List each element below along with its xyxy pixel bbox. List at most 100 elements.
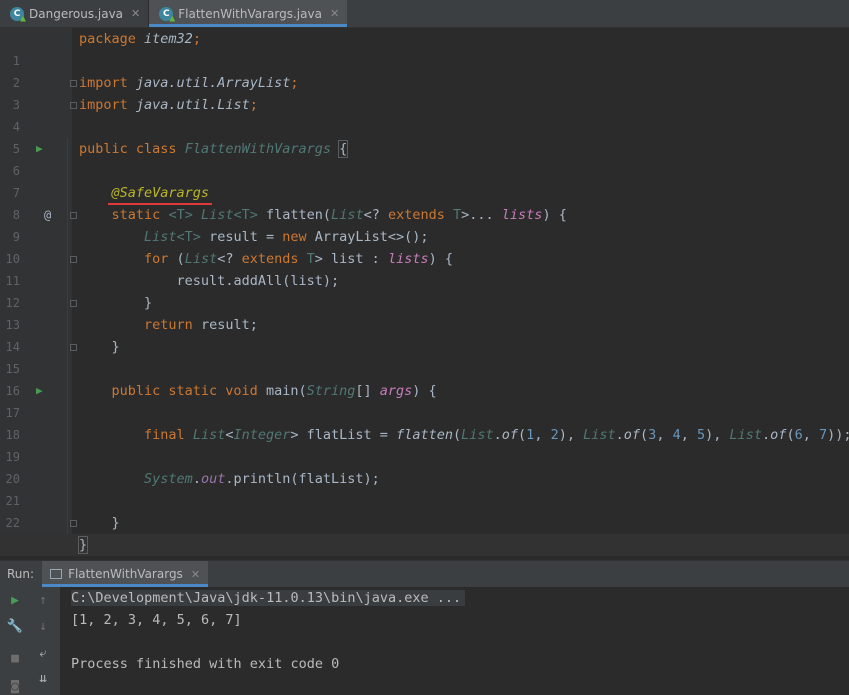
code-editor[interactable]: 1 package item32; 2 3 import java.util.A…	[0, 28, 849, 574]
import-path: java.util.List	[135, 97, 250, 113]
code-line[interactable]: 16	[0, 358, 849, 398]
code-line[interactable]: 21 System.out.println(flatList);	[0, 468, 849, 508]
code-text: (list);	[282, 273, 340, 289]
fold-marker[interactable]	[70, 80, 77, 87]
run-console[interactable]: ▶ ↑ 🔧 ↓ ■ ⤶ ◙ ⇊ C:\Development\Java\jdk-…	[0, 587, 849, 695]
up-arrow-icon[interactable]: ↑	[34, 591, 52, 609]
code-line[interactable]: 23 }	[0, 512, 849, 552]
keyword: extends	[233, 251, 307, 267]
code-line[interactable]: 2	[0, 50, 849, 90]
code-line[interactable]: 1 package item32;	[0, 28, 849, 68]
method-name: flatten	[266, 207, 323, 223]
code-line[interactable]: 11 for (List<? extends T> list : lists) …	[0, 248, 849, 288]
run-tab[interactable]: FlattenWithVarargs ✕	[42, 561, 209, 587]
semicolon: ;	[249, 97, 258, 113]
fold-marker[interactable]	[70, 344, 77, 351]
brace: }	[77, 536, 89, 554]
stop-icon[interactable]: ■	[6, 649, 24, 667]
close-icon[interactable]: ✕	[330, 7, 339, 20]
type: List	[461, 427, 494, 443]
parameter: lists	[387, 251, 429, 267]
fold-marker[interactable]	[70, 300, 77, 307]
code-line[interactable]: 19 final List<Integer> flatList = flatte…	[0, 424, 849, 464]
code-text: list :	[322, 251, 388, 267]
paren: (	[640, 427, 649, 443]
return-type: List	[200, 207, 234, 223]
code-line[interactable]: 17 ▶ public static void main(String[] ar…	[0, 380, 849, 420]
annotation: @SafeVarargs	[111, 185, 210, 201]
comma: ,	[534, 427, 551, 443]
console-toolbar: ▶ ↑ 🔧 ↓ ■ ⤶ ◙ ⇊	[0, 587, 60, 695]
type: List	[192, 427, 226, 443]
code-line[interactable]: 20	[0, 446, 849, 486]
keyword: public static void	[111, 383, 258, 399]
code-line[interactable]: 6 ▶ public class FlattenWithVarargs {	[0, 138, 849, 178]
method-name: main	[257, 383, 299, 399]
code-line[interactable]: 3 import java.util.ArrayList;	[0, 72, 849, 112]
fold-marker[interactable]	[70, 102, 77, 109]
fold-marker[interactable]	[70, 212, 77, 219]
code-line[interactable]: 9 @ static <T> List<T> flatten(List<? ex…	[0, 204, 849, 244]
keyword: final	[144, 427, 185, 443]
code-line[interactable]: 13 }	[0, 292, 849, 332]
code-line[interactable]: 15 }	[0, 336, 849, 376]
code-line[interactable]: 5	[0, 116, 849, 156]
brace: }	[111, 339, 120, 355]
rerun-icon[interactable]: ▶	[6, 591, 24, 609]
code-line[interactable]: 14 return result;	[0, 314, 849, 354]
param-type: List	[331, 207, 364, 223]
package-name: item32	[144, 31, 193, 47]
camera-icon[interactable]: ◙	[6, 677, 24, 695]
dot: .	[493, 427, 502, 443]
number: 5	[696, 427, 706, 443]
number: 6	[794, 427, 803, 443]
fold-marker[interactable]	[70, 520, 77, 527]
code-line[interactable]: 18	[0, 402, 849, 442]
class-name: FlattenWithVarargs	[184, 141, 331, 157]
parameter: args	[379, 383, 413, 399]
brace: {	[338, 140, 349, 158]
number: 4	[672, 427, 681, 443]
static-call: flatten	[396, 427, 453, 443]
command-text[interactable]: C:\Development\Java\jdk-11.0.13\bin\java…	[71, 590, 466, 606]
wrench-icon[interactable]: 🔧	[6, 617, 24, 635]
type-param: T	[306, 251, 315, 267]
keyword: return	[144, 317, 193, 333]
code-line[interactable]: 12 result.addAll(list);	[0, 270, 849, 310]
editor-tab-bar: C Dangerous.java ✕ C FlattenWithVarargs.…	[0, 0, 849, 28]
code-line-current[interactable]: 24 }	[0, 534, 849, 574]
type: System	[144, 471, 193, 487]
java-class-icon: C	[159, 6, 174, 21]
close-icon[interactable]: ✕	[131, 7, 140, 20]
static-call: of	[623, 427, 641, 443]
keyword: new	[282, 229, 307, 245]
code-text: ArrayList<>();	[306, 229, 429, 245]
fold-marker[interactable]	[70, 256, 77, 263]
number: 2	[550, 427, 559, 443]
code-line[interactable]: 22	[0, 490, 849, 530]
code-line[interactable]: 8 @SafeVarargs	[0, 182, 849, 222]
brace: }	[144, 295, 153, 311]
code-text: flatList =	[298, 427, 397, 443]
type: List	[184, 251, 218, 267]
run-icon[interactable]: ▶	[36, 380, 43, 402]
code-line[interactable]: 10 List<T> result = new ArrayList<>();	[0, 226, 849, 266]
scroll-to-end-icon[interactable]: ⇊	[34, 669, 52, 687]
keyword: import	[79, 97, 128, 113]
close-icon[interactable]: ✕	[191, 568, 200, 581]
code-line[interactable]: 4 import java.util.List;	[0, 94, 849, 134]
run-icon[interactable]: ▶	[36, 138, 43, 160]
semicolon: ;	[290, 75, 299, 91]
comma: ,	[680, 427, 697, 443]
tab-dangerous[interactable]: C Dangerous.java ✕	[0, 0, 148, 27]
console-command-line[interactable]: C:\Development\Java\jdk-11.0.13\bin\java…	[71, 587, 466, 609]
implements-icon[interactable]: @	[44, 204, 51, 226]
paren: ),	[705, 427, 730, 443]
type-param: <T>	[233, 207, 258, 223]
code-line[interactable]: 7	[0, 160, 849, 200]
tab-flatten-with-varargs[interactable]: C FlattenWithVarargs.java ✕	[149, 0, 348, 27]
down-arrow-icon[interactable]: ↓	[34, 617, 52, 635]
wildcard: <?	[363, 207, 380, 223]
bracket: >	[314, 251, 323, 267]
soft-wrap-icon[interactable]: ⤶	[34, 644, 52, 662]
